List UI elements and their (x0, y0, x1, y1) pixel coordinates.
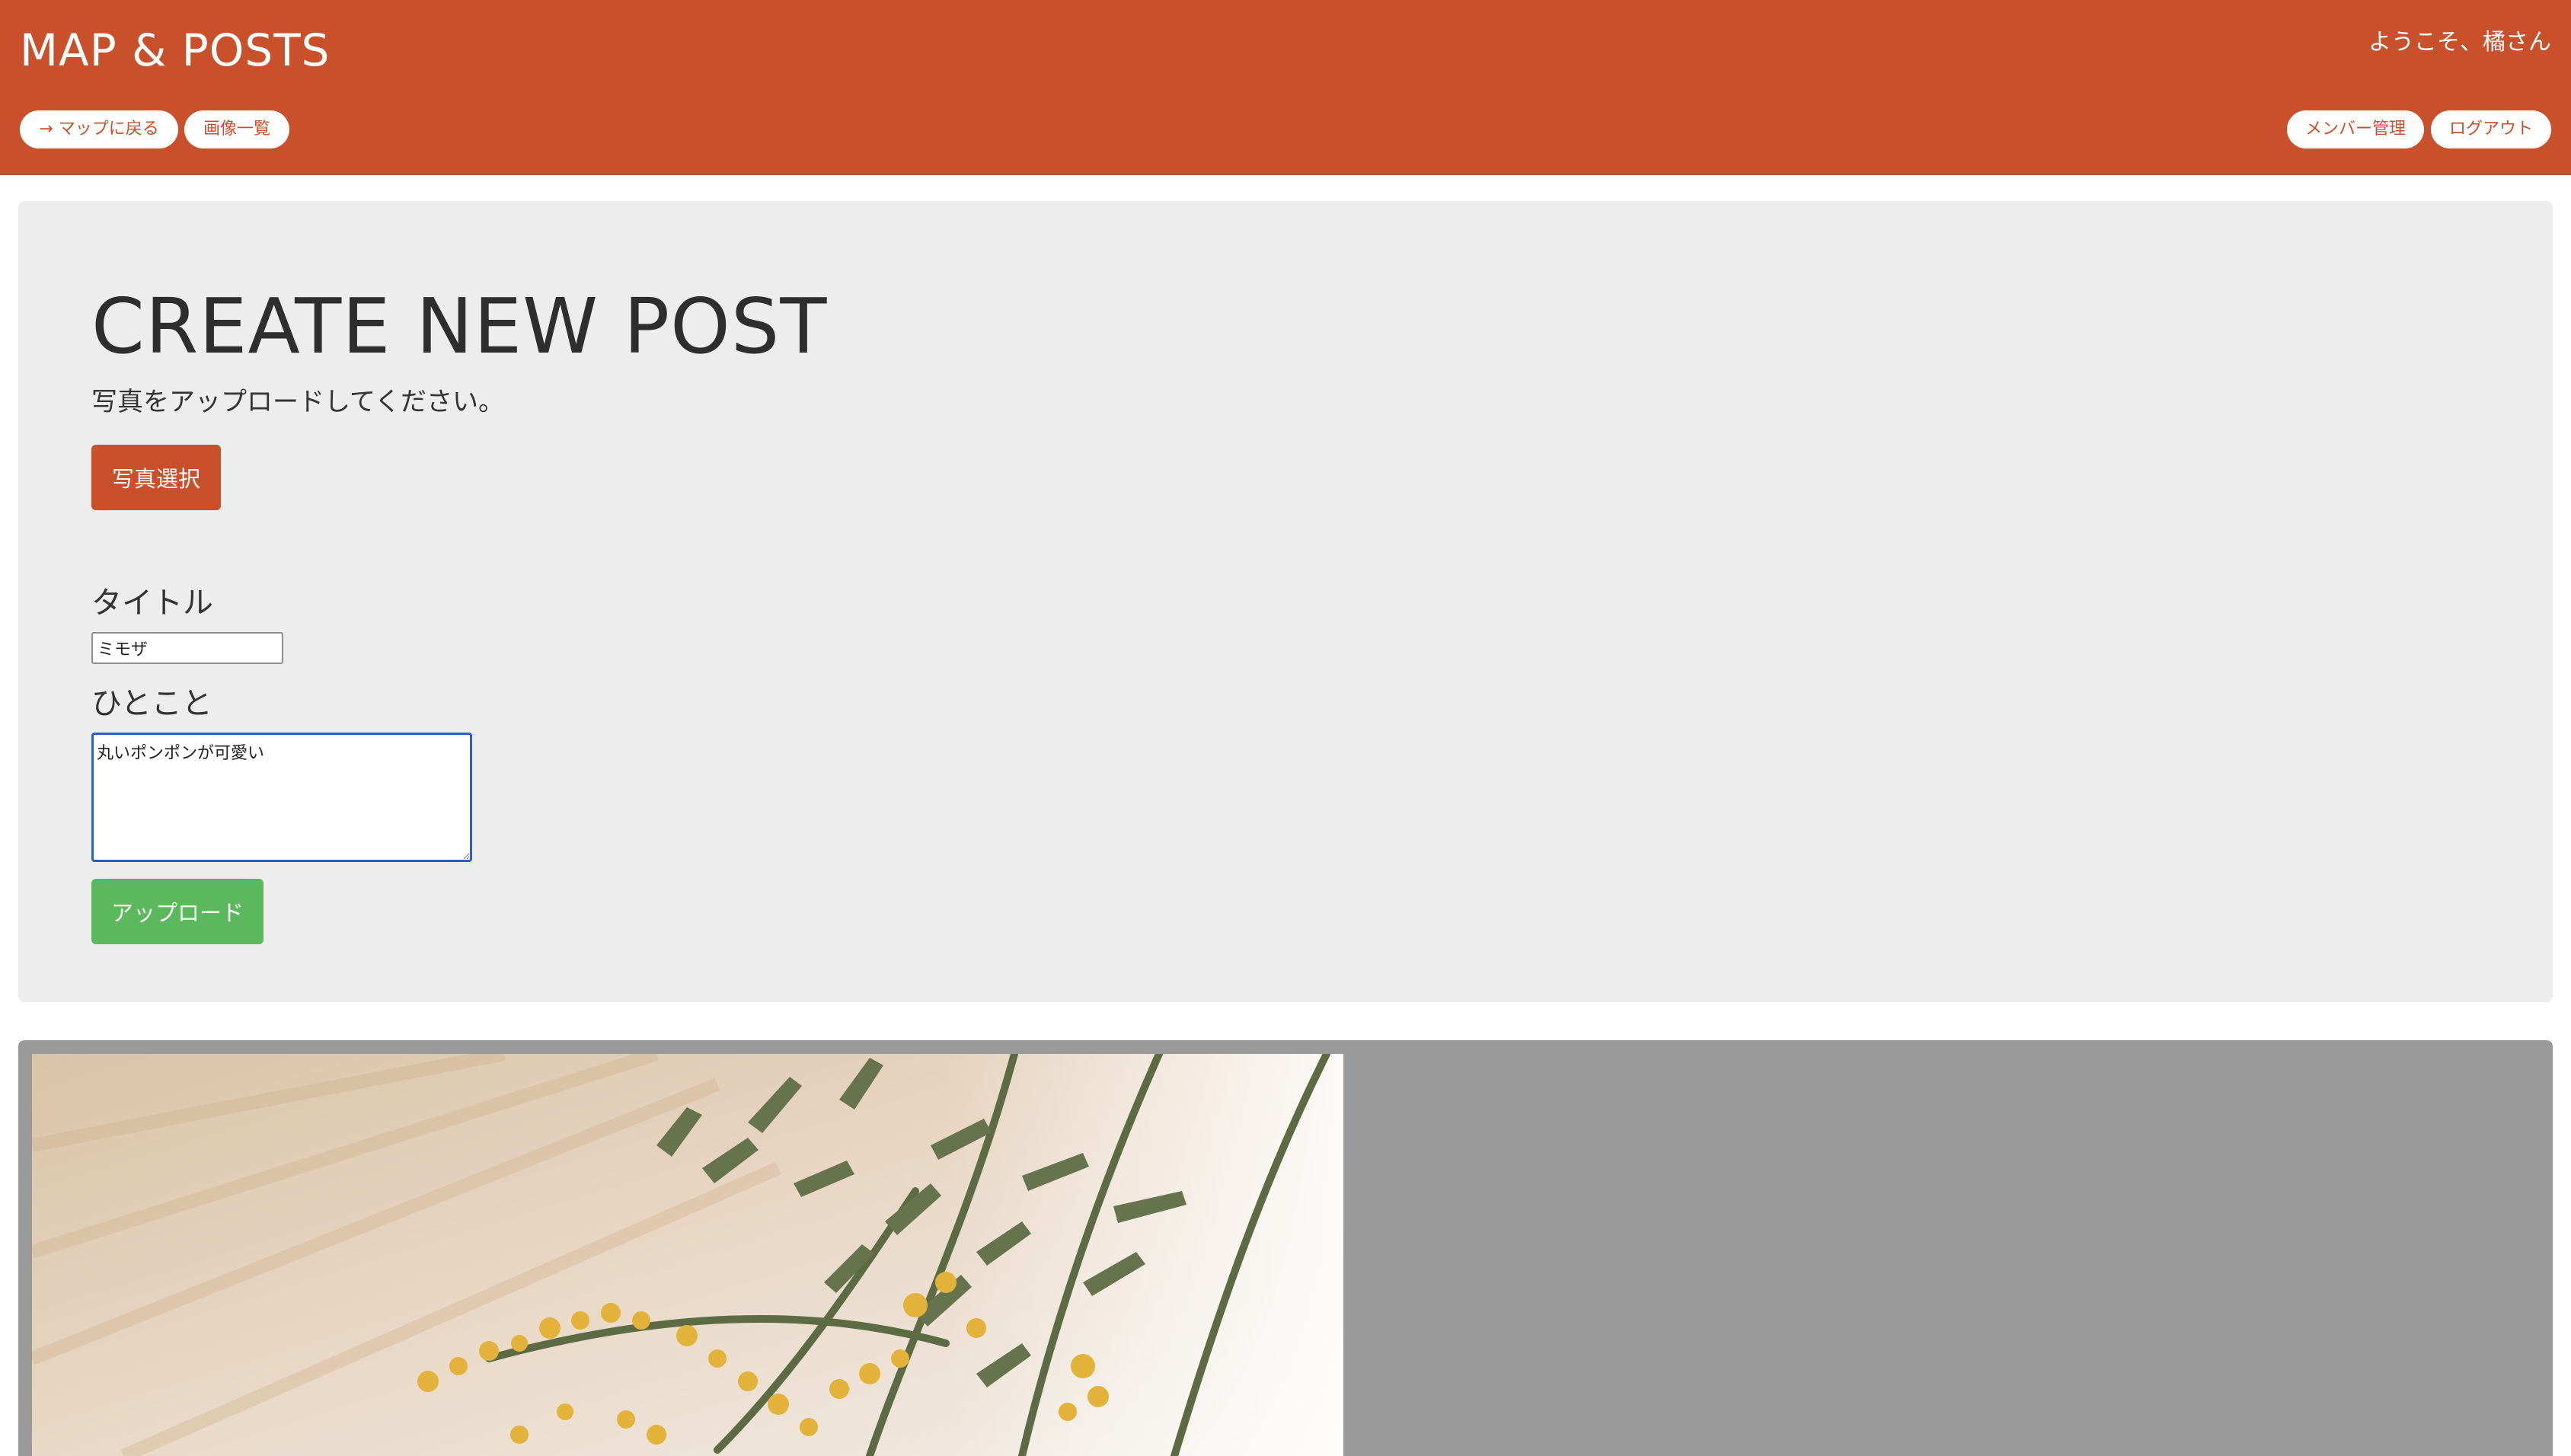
image-list-button[interactable]: 画像一覧 (184, 110, 289, 148)
back-to-map-button[interactable]: → マップに戻る (20, 110, 178, 148)
create-post-panel: CREATE NEW POST 写真をアップロードしてください。 写真選択 タイ… (18, 201, 2553, 1002)
member-management-button[interactable]: メンバー管理 (2287, 110, 2424, 148)
title-label: タイトル (91, 586, 213, 621)
upload-button[interactable]: アップロード (91, 879, 263, 944)
upload-instruction: 写真をアップロードしてください。 (91, 387, 504, 417)
welcome-message: ようこそ、橘さん (2368, 29, 2551, 56)
title-input[interactable] (91, 632, 283, 664)
mimosa-photo-preview (32, 1054, 1343, 1456)
image-preview-area (18, 1040, 2553, 1456)
logout-button[interactable]: ログアウト (2431, 110, 2551, 148)
comment-textarea[interactable]: 丸いポンポンが可愛い (91, 733, 472, 862)
top-navbar: MAP & POSTS ようこそ、橘さん → マップに戻る 画像一覧 メンバー管… (0, 0, 2571, 175)
select-photo-button[interactable]: 写真選択 (91, 445, 221, 510)
brand-title[interactable]: MAP & POSTS (20, 20, 330, 81)
page-title: CREATE NEW POST (91, 282, 828, 371)
mimosa-photo-image (32, 1054, 1343, 1456)
comment-label: ひとこと (91, 686, 212, 721)
